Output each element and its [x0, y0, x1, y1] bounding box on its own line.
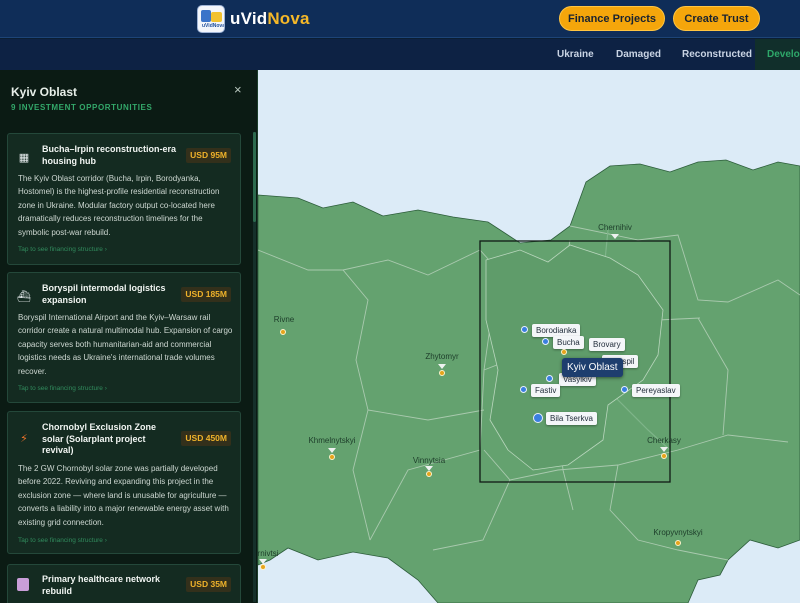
place-tag-bucha[interactable]: Bucha	[553, 336, 584, 349]
region-tooltip: Kyiv Oblast	[562, 358, 623, 377]
card-description: The 2 GW Chornobyl solar zone was partia…	[18, 464, 229, 527]
opportunity-card-boryspil[interactable]: ⛴ Boryspil intermodal logistics expansio…	[7, 272, 241, 403]
card-title: Boryspil intermodal logistics expansion	[42, 283, 166, 305]
medical-kit-icon	[17, 578, 29, 591]
residential-building-icon: ▦	[18, 152, 30, 164]
brand-prefix: uVid	[230, 9, 268, 28]
ukraine-map-svg	[258, 70, 800, 603]
city-label-chernihiv: Chernihiv	[598, 223, 632, 232]
fastiv-marker[interactable]	[520, 386, 527, 393]
card-amount-badge: USD 35M	[186, 577, 231, 592]
opportunity-card-healthcare[interactable]: Primary healthcare network rebuild USD 3…	[7, 564, 241, 603]
card-amount-badge: USD 450M	[181, 431, 231, 446]
card-title: Bucha–Irpin reconstruction-era housing h…	[42, 144, 177, 166]
tab-reconstructed[interactable]: Reconstructed	[682, 39, 752, 70]
city-label-cherkasy: Cherkasy	[647, 436, 681, 445]
financing-structure-link[interactable]: Tap to see financing structure ›	[18, 385, 107, 392]
brand-suffix: Nova	[267, 9, 310, 28]
app-root: uVidNova uVidNova Finance Projects Creat…	[0, 0, 800, 603]
layer-tabs-bar: Ukraine Damaged Reconstructed Develop	[0, 39, 800, 70]
city-dot	[439, 370, 445, 376]
financing-structure-link[interactable]: Tap to see financing structure ›	[18, 537, 107, 544]
city-dot	[661, 453, 667, 459]
city-pin	[660, 447, 668, 452]
kyiv-city-dot[interactable]	[561, 349, 567, 355]
place-tag-fastiv[interactable]: Fastiv	[531, 384, 561, 397]
city-label-zhytomyr: Zhytomyr	[425, 352, 459, 361]
close-icon[interactable]: ×	[234, 82, 242, 97]
top-navbar: uVidNova uVidNova Finance Projects Creat…	[0, 0, 800, 38]
city-dot	[280, 329, 286, 335]
opportunities-sidebar: Kyiv Oblast × 9 INVESTMENT OPPORTUNITIES…	[0, 70, 258, 603]
city-label-kropyvnytskyi: Kropyvnytskyi	[653, 528, 703, 537]
tab-ukraine[interactable]: Ukraine	[557, 39, 594, 70]
city-pin	[328, 448, 336, 453]
city-dot	[675, 540, 681, 546]
uvidnova-logo-icon[interactable]: uVidNova	[197, 5, 225, 33]
sidebar-title: Kyiv Oblast	[11, 85, 78, 99]
vasylkiv-marker[interactable]	[546, 375, 553, 382]
place-tag-bila-tserkva[interactable]: Bila Tserkva	[546, 412, 597, 425]
card-description: Boryspil International Airport and the K…	[18, 313, 233, 376]
city-dot	[329, 454, 335, 460]
bucha-marker[interactable]	[542, 338, 549, 345]
financing-structure-link[interactable]: Tap to see financing structure ›	[18, 246, 107, 253]
card-amount-badge: USD 185M	[181, 287, 231, 302]
pereyaslav-marker[interactable]	[621, 386, 628, 393]
city-dot	[260, 564, 266, 570]
finance-projects-button[interactable]: Finance Projects	[559, 6, 665, 31]
city-label-chernivtsi: rnivtsi	[258, 549, 279, 558]
city-label-vinnytsia: Vinnytsia	[412, 456, 446, 465]
card-title: Primary healthcare network rebuild	[42, 574, 161, 596]
sidebar-scrollbar-thumb[interactable]	[253, 132, 256, 222]
brand-name[interactable]: uVidNova	[230, 9, 310, 29]
sidebar-subtitle: 9 INVESTMENT OPPORTUNITIES	[11, 103, 153, 112]
lightning-icon: ⚡	[20, 433, 28, 445]
tab-develop[interactable]: Develop	[755, 39, 800, 70]
borodianka-marker[interactable]	[521, 326, 528, 333]
card-amount-badge: USD 95M	[186, 148, 231, 163]
city-pin	[611, 234, 619, 239]
city-pin	[438, 364, 446, 369]
cargo-ship-icon: ⛴	[17, 291, 31, 303]
bila-tserkva-marker[interactable]	[533, 413, 543, 423]
place-tag-pereyaslav[interactable]: Pereyaslav	[632, 384, 680, 397]
tab-damaged[interactable]: Damaged	[616, 39, 661, 70]
city-label-khmelnytskyi: Khmelnytskyi	[308, 436, 356, 445]
place-tag-brovary[interactable]: Brovary	[589, 338, 625, 351]
card-title: Chornobyl Exclusion Zone solar (Solarpla…	[42, 422, 157, 455]
card-description: The Kyiv Oblast corridor (Bucha, Irpin, …	[18, 174, 220, 237]
city-dot	[426, 471, 432, 477]
map-canvas[interactable]: Chernihiv Rivne Zhytomyr Khmelnytskyi Vi…	[258, 70, 800, 603]
city-label-rivne: Rivne	[273, 315, 295, 324]
opportunity-card-bucha-irpin[interactable]: ▦ Bucha–Irpin reconstruction-era housing…	[7, 133, 241, 265]
create-trust-button[interactable]: Create Trust	[673, 6, 760, 31]
opportunity-card-chornobyl-solar[interactable]: ⚡ Chornobyl Exclusion Zone solar (Solarp…	[7, 411, 241, 554]
